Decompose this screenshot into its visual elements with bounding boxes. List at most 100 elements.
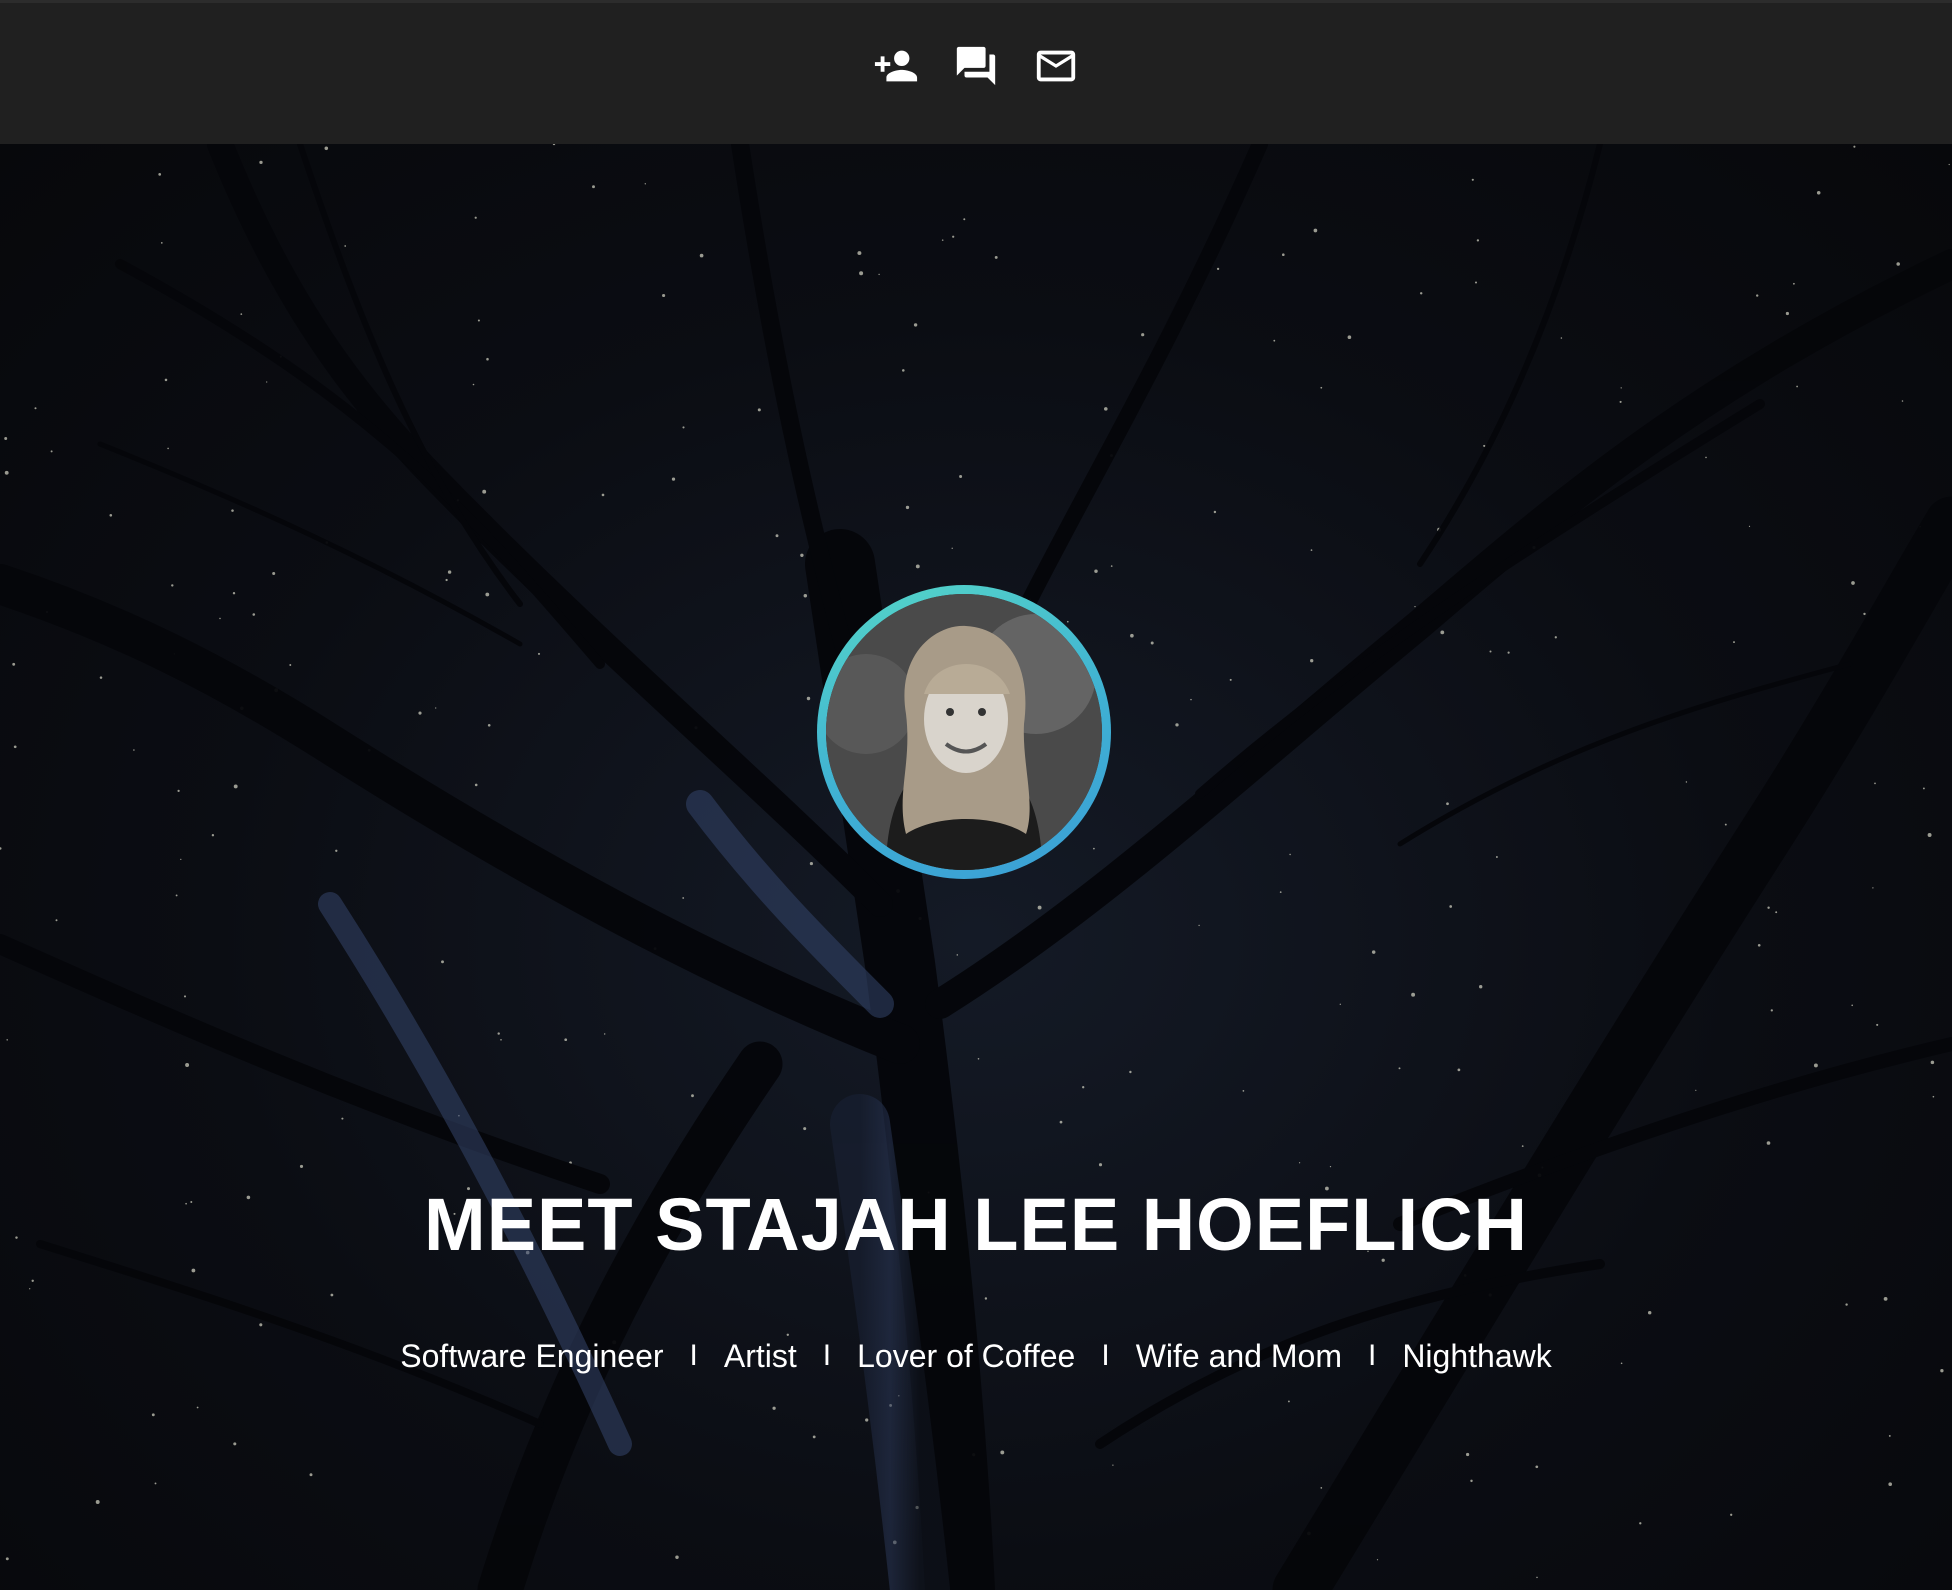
star — [1129, 1070, 1132, 1074]
star — [800, 553, 804, 557]
star — [133, 749, 135, 751]
star — [1724, 823, 1727, 826]
star — [231, 509, 234, 512]
star — [1339, 1003, 1341, 1005]
star — [1883, 1297, 1888, 1301]
star — [1213, 510, 1217, 514]
star — [1647, 1310, 1652, 1315]
star — [1757, 943, 1761, 947]
star — [865, 1418, 869, 1422]
star — [803, 1127, 807, 1131]
star — [1876, 1023, 1879, 1026]
star — [963, 218, 966, 221]
star — [1098, 1163, 1103, 1167]
star — [1310, 549, 1313, 551]
star — [775, 534, 779, 538]
star — [1082, 1086, 1085, 1089]
star — [477, 319, 480, 322]
star — [1536, 1576, 1538, 1579]
star — [418, 711, 422, 715]
star — [699, 253, 704, 258]
star — [682, 426, 685, 429]
star — [6, 1039, 8, 1041]
top-navbar — [0, 0, 1952, 144]
star — [1289, 853, 1291, 856]
star — [497, 1032, 500, 1035]
person-add-icon[interactable] — [873, 43, 919, 89]
star — [772, 1406, 776, 1410]
star — [1440, 630, 1445, 635]
star — [1130, 633, 1134, 638]
star — [1059, 1120, 1063, 1124]
star — [1287, 1400, 1290, 1403]
star — [185, 1063, 190, 1067]
star — [1853, 145, 1856, 148]
star — [164, 378, 168, 382]
star — [1298, 1162, 1301, 1164]
star — [803, 593, 808, 598]
tagline-separator: I — [689, 1339, 698, 1372]
page-title: MEET STAJAH LEE HOEFLICH — [424, 1183, 1528, 1266]
star — [662, 293, 666, 298]
star — [913, 323, 918, 327]
star — [1457, 1068, 1461, 1072]
star — [1470, 1479, 1473, 1483]
star — [1872, 887, 1874, 889]
avatar — [826, 594, 1102, 870]
star — [1813, 1063, 1818, 1068]
star — [109, 514, 113, 517]
star — [211, 834, 215, 837]
star — [1320, 386, 1323, 389]
star — [183, 995, 187, 998]
star — [1851, 1004, 1853, 1007]
star — [55, 919, 58, 922]
star — [1371, 950, 1376, 954]
star — [445, 578, 448, 582]
star — [1816, 191, 1821, 195]
star — [1930, 1060, 1935, 1065]
star — [1310, 659, 1314, 663]
star — [309, 1473, 313, 1477]
star — [252, 613, 256, 616]
star — [1796, 385, 1798, 388]
star — [344, 245, 347, 247]
star — [324, 146, 329, 151]
star — [1845, 1303, 1848, 1306]
star — [1948, 163, 1950, 166]
chat-icon[interactable] — [953, 43, 999, 89]
star — [1198, 924, 1200, 927]
star — [299, 1164, 304, 1168]
star — [1888, 1482, 1892, 1486]
star — [160, 242, 163, 244]
star — [1150, 641, 1154, 645]
star — [240, 313, 243, 315]
star — [472, 383, 475, 386]
mail-icon[interactable] — [1033, 43, 1079, 89]
star — [1793, 282, 1795, 285]
star — [500, 1039, 502, 1041]
star — [1888, 1434, 1891, 1437]
star — [552, 144, 556, 146]
tagline-list: Software Engineer I Artist I Lover of Co… — [0, 1336, 1952, 1376]
star — [1313, 228, 1318, 233]
star — [956, 954, 959, 956]
star — [1000, 1450, 1005, 1455]
star — [474, 783, 478, 787]
star — [1619, 400, 1622, 403]
star — [180, 858, 182, 861]
star — [1756, 294, 1759, 297]
star — [1449, 905, 1453, 908]
star — [1141, 333, 1145, 337]
star — [29, 1288, 31, 1290]
star — [1398, 1067, 1401, 1070]
star — [994, 255, 998, 259]
star — [4, 470, 9, 475]
star — [151, 1413, 155, 1417]
star — [1376, 1559, 1379, 1561]
star — [1507, 651, 1510, 654]
star — [564, 1038, 568, 1042]
star — [1190, 698, 1192, 701]
star — [1730, 1513, 1733, 1516]
star — [1419, 292, 1423, 295]
hero-section: MEET STAJAH LEE HOEFLICH Software Engine… — [0, 144, 1952, 1590]
